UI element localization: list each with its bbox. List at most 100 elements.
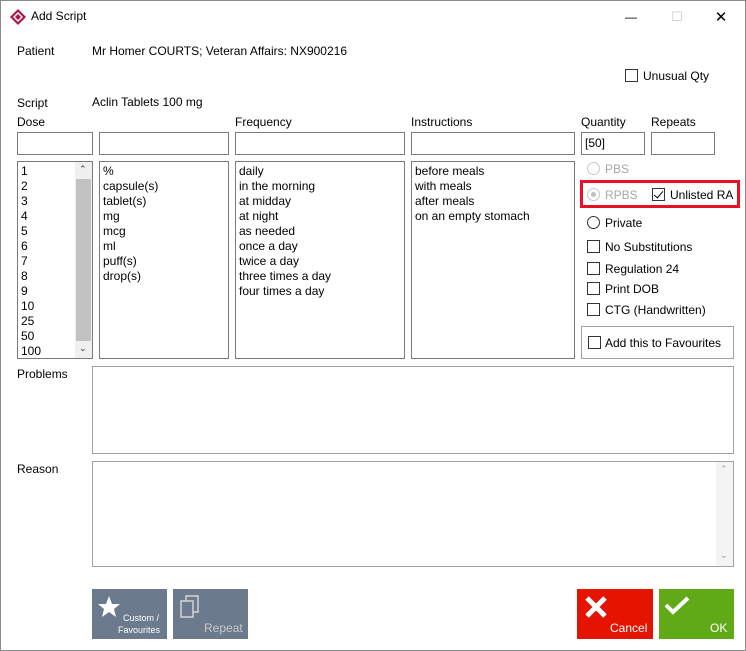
- private-radio[interactable]: [587, 216, 600, 229]
- star-icon: [98, 596, 120, 617]
- instructions-input[interactable]: [411, 132, 575, 155]
- dose-list-item[interactable]: 100: [18, 344, 74, 358]
- unit-list-item[interactable]: ml: [100, 239, 228, 254]
- unit-list-item[interactable]: tablet(s): [100, 194, 228, 209]
- frequency-list-item[interactable]: three times a day: [236, 269, 404, 284]
- custom-label-line2: Favourites: [118, 625, 161, 635]
- reason-label: Reason: [17, 462, 59, 476]
- cancel-button[interactable]: Cancel: [577, 589, 653, 639]
- maximize-button: ☐: [654, 1, 700, 32]
- frequency-list-item[interactable]: twice a day: [236, 254, 404, 269]
- frequency-input[interactable]: [235, 132, 405, 155]
- unit-list-item[interactable]: mcg: [100, 224, 228, 239]
- ctg-handwritten-checkbox[interactable]: [587, 303, 600, 316]
- instruction-list-item[interactable]: after meals: [412, 194, 574, 209]
- app-logo-icon: [10, 9, 26, 25]
- ok-button[interactable]: OK: [659, 589, 734, 639]
- no-substitutions-checkbox[interactable]: [587, 240, 600, 253]
- instruction-list-item[interactable]: on an empty stomach: [412, 209, 574, 224]
- unit-list-item[interactable]: puff(s): [100, 254, 228, 269]
- quantity-header: Quantity: [581, 115, 626, 129]
- frequency-list-item[interactable]: daily: [236, 164, 404, 179]
- window-title: Add Script: [31, 9, 87, 23]
- problems-textarea[interactable]: [92, 366, 734, 454]
- frequency-list-item[interactable]: at night: [236, 209, 404, 224]
- no-substitutions-label: No Substitutions: [605, 240, 693, 254]
- minimize-button[interactable]: —: [608, 1, 654, 32]
- frequency-list-item[interactable]: as needed: [236, 224, 404, 239]
- custom-favourites-button[interactable]: Custom / Favourites: [92, 589, 167, 639]
- units-list[interactable]: % capsule(s) tablet(s) mg mcg ml puff(s) drop(s…: [99, 161, 229, 359]
- reason-scrollbar[interactable]: ⌃ ⌄: [716, 462, 733, 566]
- repeats-input[interactable]: [651, 132, 715, 155]
- dose-list-item[interactable]: 1: [18, 164, 74, 179]
- frequency-list-item[interactable]: at midday: [236, 194, 404, 209]
- pbs-label: PBS: [605, 162, 630, 176]
- dose-list-item[interactable]: 7: [18, 254, 74, 269]
- instructions-list[interactable]: before meals with meals after meals on an e…: [411, 161, 575, 359]
- instruction-list-item[interactable]: with meals: [412, 179, 574, 194]
- checkmark-icon: [664, 596, 690, 615]
- unlisted-ra-checkbox[interactable]: [652, 188, 665, 201]
- dose-list-item[interactable]: 10: [18, 299, 74, 314]
- print-dob-checkbox[interactable]: [587, 282, 600, 295]
- instructions-header: Instructions: [411, 115, 473, 129]
- private-label: Private: [605, 216, 643, 230]
- x-mark-icon: [585, 596, 607, 618]
- repeats-header: Repeats: [651, 115, 696, 129]
- unlisted-ra-label: Unlisted RA: [670, 188, 734, 202]
- frequency-list[interactable]: daily in the morning at midday at night as n…: [235, 161, 405, 359]
- add-favourites-group[interactable]: Add this to Favourites: [581, 326, 734, 359]
- unit-list-item[interactable]: capsule(s): [100, 179, 228, 194]
- unusual-qty-label: Unusual Qty: [643, 69, 710, 83]
- dose-list-scrollbar[interactable]: ⌃ ⌄: [75, 162, 92, 358]
- unit-list-item[interactable]: %: [100, 164, 228, 179]
- dose-list-item[interactable]: 2: [18, 179, 74, 194]
- regulation-24-label: Regulation 24: [605, 262, 680, 276]
- dose-list-item[interactable]: 25: [18, 314, 74, 329]
- unit-input[interactable]: [99, 132, 229, 155]
- dose-input[interactable]: [17, 132, 93, 155]
- print-dob-label: Print DOB: [605, 282, 660, 296]
- rpbs-label: RPBS: [605, 188, 638, 202]
- dose-list-item[interactable]: 4: [18, 209, 74, 224]
- dose-list[interactable]: 1 2 3 4 5 6 7 8 9 10 25 50 100 ⌃ ⌄: [17, 161, 93, 359]
- dose-list-item[interactable]: 8: [18, 269, 74, 284]
- instruction-list-item[interactable]: before meals: [412, 164, 574, 179]
- add-favourites-checkbox[interactable]: [588, 336, 601, 349]
- close-button[interactable]: ✕: [698, 1, 744, 32]
- dose-header: Dose: [17, 115, 46, 129]
- repeat-label: Repeat: [204, 621, 243, 635]
- close-icon: ✕: [714, 8, 728, 26]
- frequency-list-item[interactable]: once a day: [236, 239, 404, 254]
- quantity-input[interactable]: [50]: [581, 132, 645, 155]
- frequency-list-item[interactable]: in the morning: [236, 179, 404, 194]
- add-script-dialog: Add Script — ☐ ✕ Patient Mr Homer COURTS…: [0, 0, 746, 651]
- dose-list-item[interactable]: 6: [18, 239, 74, 254]
- problems-label: Problems: [17, 367, 68, 381]
- repeat-button[interactable]: Repeat: [173, 589, 248, 639]
- dose-list-item[interactable]: 50: [18, 329, 74, 344]
- reason-textarea[interactable]: ⌃ ⌄: [92, 461, 734, 567]
- unusual-qty-checkbox[interactable]: [625, 69, 638, 82]
- scroll-thumb[interactable]: [76, 179, 91, 341]
- maximize-icon: ☐: [671, 8, 683, 24]
- add-favourites-label: Add this to Favourites: [605, 336, 722, 350]
- frequency-header: Frequency: [235, 115, 292, 129]
- scroll-up-icon[interactable]: ⌃: [720, 464, 728, 475]
- cancel-label: Cancel: [610, 621, 648, 635]
- rpbs-radio: [587, 188, 600, 201]
- custom-label-line1: Custom /: [123, 613, 160, 623]
- patient-label: Patient: [17, 44, 55, 58]
- title-bar: Add Script — ☐ ✕: [1, 1, 745, 32]
- regulation-24-checkbox[interactable]: [587, 262, 600, 275]
- scroll-down-icon[interactable]: ⌄: [79, 343, 87, 354]
- frequency-list-item[interactable]: four times a day: [236, 284, 404, 299]
- scroll-up-icon[interactable]: ⌃: [79, 164, 87, 175]
- dose-list-item[interactable]: 9: [18, 284, 74, 299]
- unit-list-item[interactable]: drop(s): [100, 269, 228, 284]
- scroll-down-icon[interactable]: ⌄: [720, 550, 728, 561]
- unit-list-item[interactable]: mg: [100, 209, 228, 224]
- dose-list-item[interactable]: 5: [18, 224, 74, 239]
- dose-list-item[interactable]: 3: [18, 194, 74, 209]
